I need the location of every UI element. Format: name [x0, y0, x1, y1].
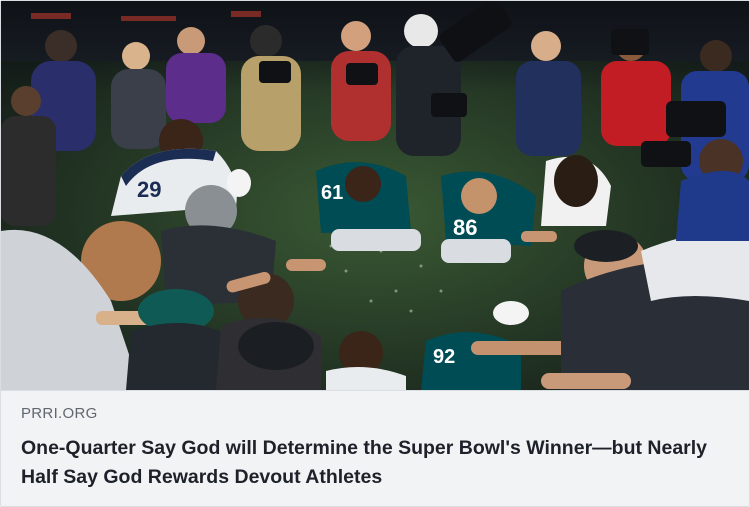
link-preview-meta[interactable]: PRRI.ORG One-Quarter Say God will Determ…: [1, 390, 749, 506]
article-headline[interactable]: One-Quarter Say God will Determine the S…: [21, 434, 729, 492]
jersey-number: 86: [453, 215, 477, 240]
jersey-number: 61: [321, 182, 343, 204]
jersey-number: 29: [137, 177, 161, 202]
source-domain: PRRI.ORG: [21, 405, 98, 422]
prayer-circle-illustration: 29 61 86 92: [1, 1, 749, 390]
link-preview-card[interactable]: 29 61 86 92 PRRI.ORG One-Quarter Say God…: [0, 0, 750, 507]
jersey-number: 92: [433, 346, 455, 368]
article-photo[interactable]: 29 61 86 92: [1, 1, 749, 390]
